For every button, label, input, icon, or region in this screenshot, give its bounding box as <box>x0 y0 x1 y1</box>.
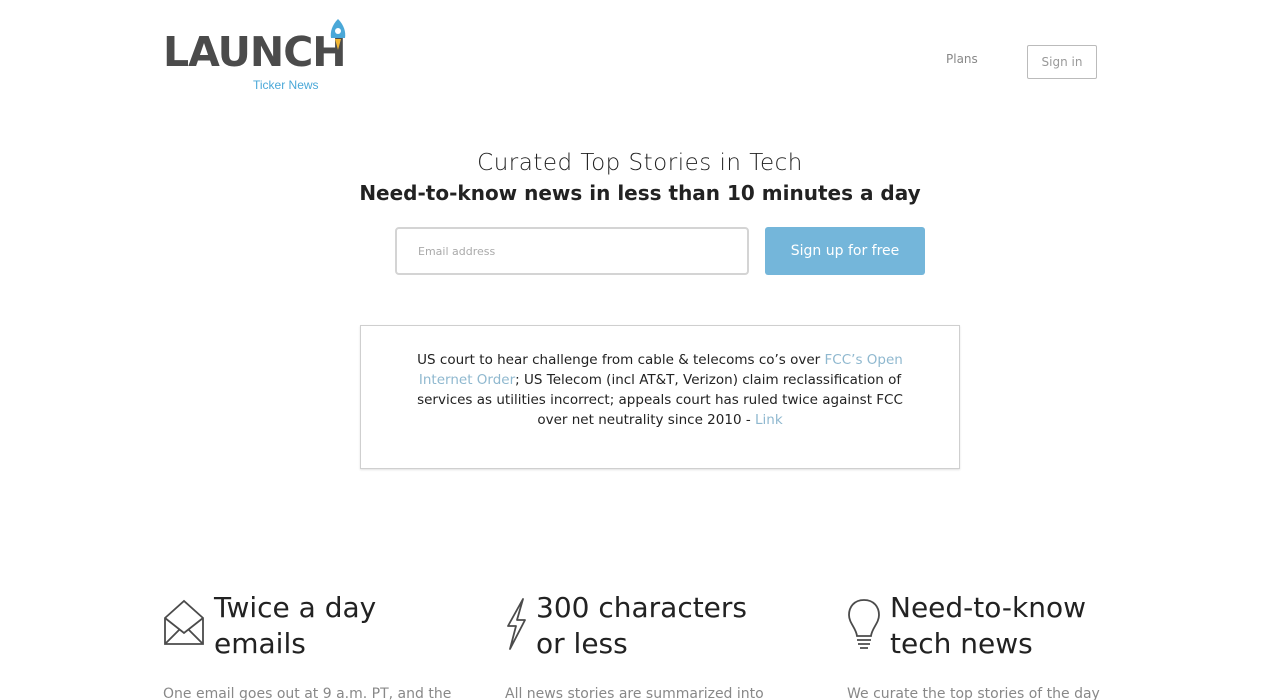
page: LAUNCH Ticker News Plans Sign in Curated… <box>0 0 1280 700</box>
feature-description: All news stories are summarized into <box>505 686 764 700</box>
hero-subtitle: Need-to-know news in less than 10 minute… <box>359 181 921 205</box>
story-text-before: US court to hear challenge from cable & … <box>417 352 825 368</box>
rocket-icon <box>330 19 346 50</box>
logo-subtitle: Ticker News <box>253 78 319 92</box>
story-link[interactable]: Link <box>755 412 783 428</box>
feature-title: 300 characters or less <box>536 591 748 660</box>
story-card: US court to hear challenge from cable & … <box>360 325 960 469</box>
launch-logo[interactable]: LAUNCH Ticker News <box>163 18 353 98</box>
sign-in-button[interactable]: Sign in <box>1027 45 1097 79</box>
feature-twice-a-day: Twice a day emails One email goes out at… <box>163 590 483 700</box>
story-text: US court to hear challenge from cable & … <box>411 350 909 430</box>
feature-title: Twice a day emails <box>214 591 377 660</box>
feature-300-characters: 300 characters or less All news stories … <box>505 590 825 700</box>
feature-title: Need-to-know tech news <box>890 591 1086 660</box>
hero-title: Curated Top Stories in Tech <box>477 150 803 176</box>
signup-button[interactable]: Sign up for free <box>765 227 925 275</box>
feature-description: One email goes out at 9 a.m. PT, and the <box>163 686 452 700</box>
nav-plans-link[interactable]: Plans <box>946 52 978 66</box>
feature-description: We curate the top stories of the day <box>847 686 1100 700</box>
lightbulb-icon <box>848 599 880 649</box>
envelope-icon <box>164 599 204 645</box>
lightning-icon <box>507 598 526 650</box>
feature-need-to-know: Need-to-know tech news We curate the top… <box>847 590 1167 700</box>
email-input[interactable] <box>395 227 749 275</box>
logo-wordmark: LAUNCH <box>163 28 347 76</box>
